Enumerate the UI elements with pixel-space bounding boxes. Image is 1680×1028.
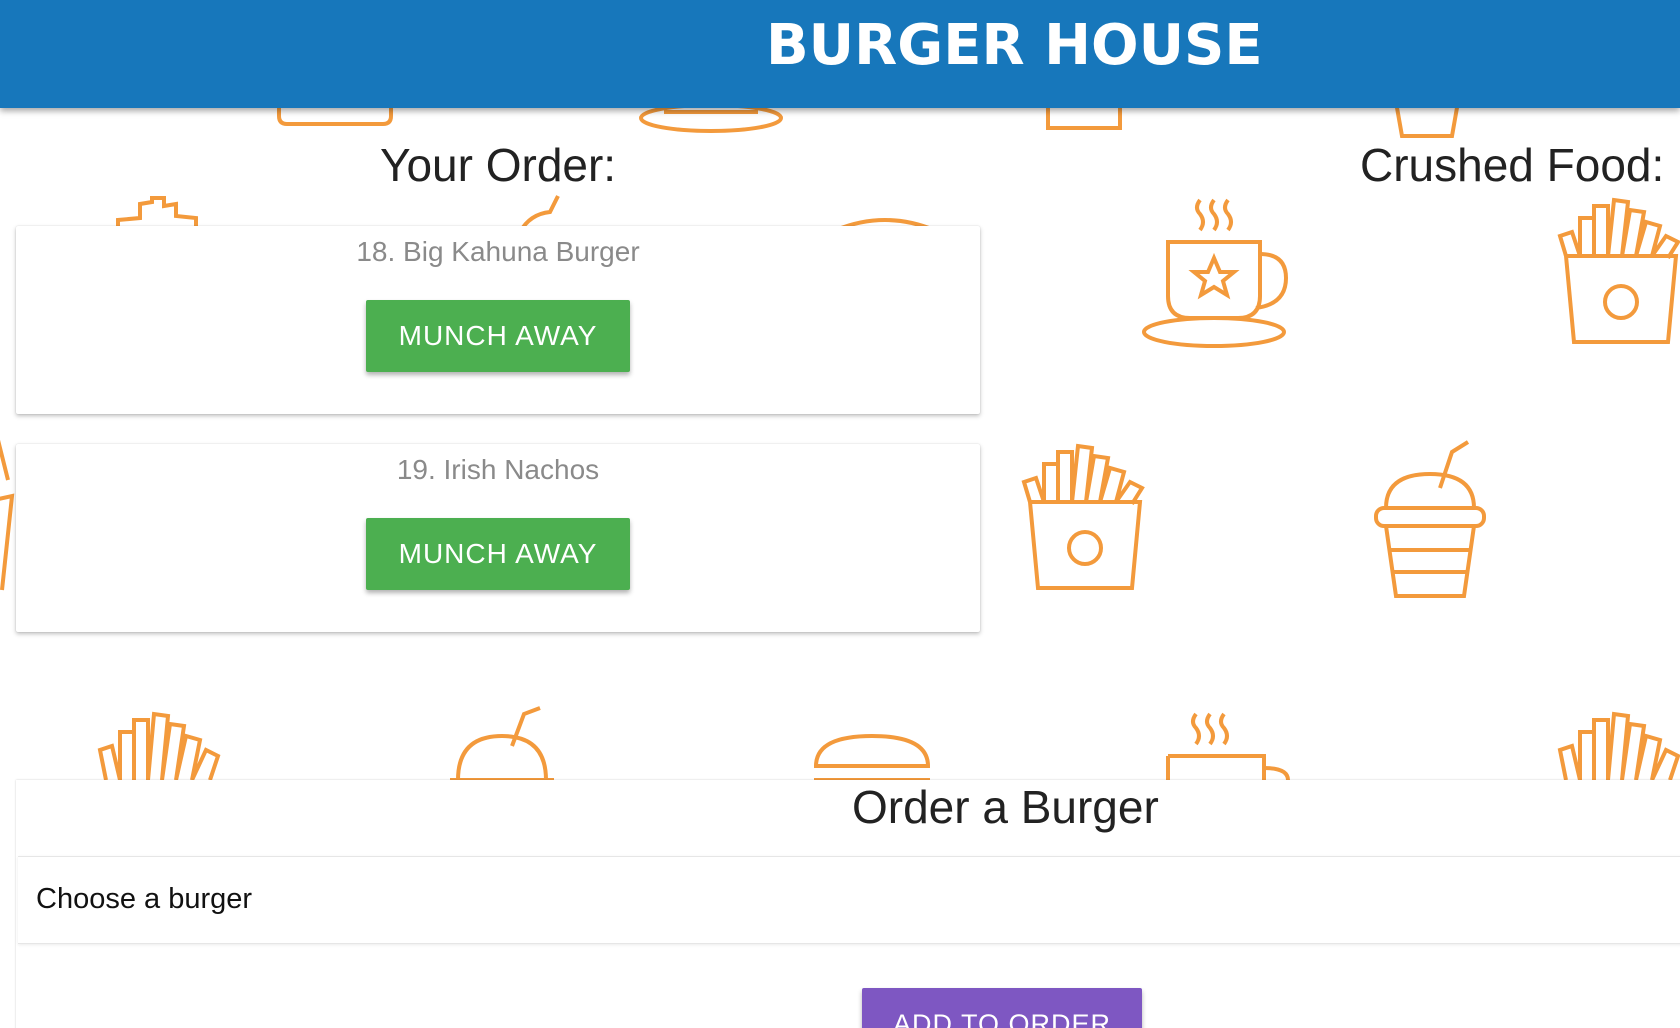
order-item-name: 19. Irish Nachos: [396, 454, 600, 485]
your-order-heading: Your Order:: [380, 139, 617, 191]
order-item-name: 18. Big Kahuna Burger: [356, 236, 640, 267]
app-header: BURGER HOUSE: [0, 0, 1680, 108]
add-to-order-button[interactable]: ADD TO ORDER: [862, 988, 1142, 1028]
drink-cup-icon: [450, 706, 554, 782]
brand-title: BURGER HOUSE: [766, 13, 1263, 78]
drink-cup-icon: [0, 439, 15, 591]
order-form-title: Order a Burger: [852, 781, 1159, 833]
burger-select-value: Choose a burger: [36, 883, 253, 915]
crushed-food-heading: Crushed Food:: [1360, 139, 1665, 191]
order-card: 18. Big Kahuna Burger MUNCH AWAY: [16, 226, 980, 414]
fries-icon: [97, 711, 221, 781]
munch-away-button[interactable]: MUNCH AWAY: [366, 518, 630, 590]
order-burger-form: Order a Burger Choose a burger ADD TO OR…: [16, 780, 1680, 1028]
munch-away-button[interactable]: MUNCH AWAY: [366, 300, 630, 372]
burger-select[interactable]: Choose a burger: [18, 856, 1680, 944]
coffee-cup-icon: [1142, 198, 1289, 348]
drink-cup-icon: [1374, 440, 1486, 598]
burger-house-page: BURGER HOUSE Your Order: Crushed Food: 1…: [0, 0, 1680, 1028]
order-card: 19. Irish Nachos MUNCH AWAY: [16, 444, 980, 632]
coffee-cup-icon: [1166, 712, 1290, 781]
fries-icon: [1021, 443, 1145, 590]
fries-icon: [1557, 711, 1680, 781]
burger-icon: [813, 733, 931, 782]
fries-icon: [1557, 197, 1680, 344]
